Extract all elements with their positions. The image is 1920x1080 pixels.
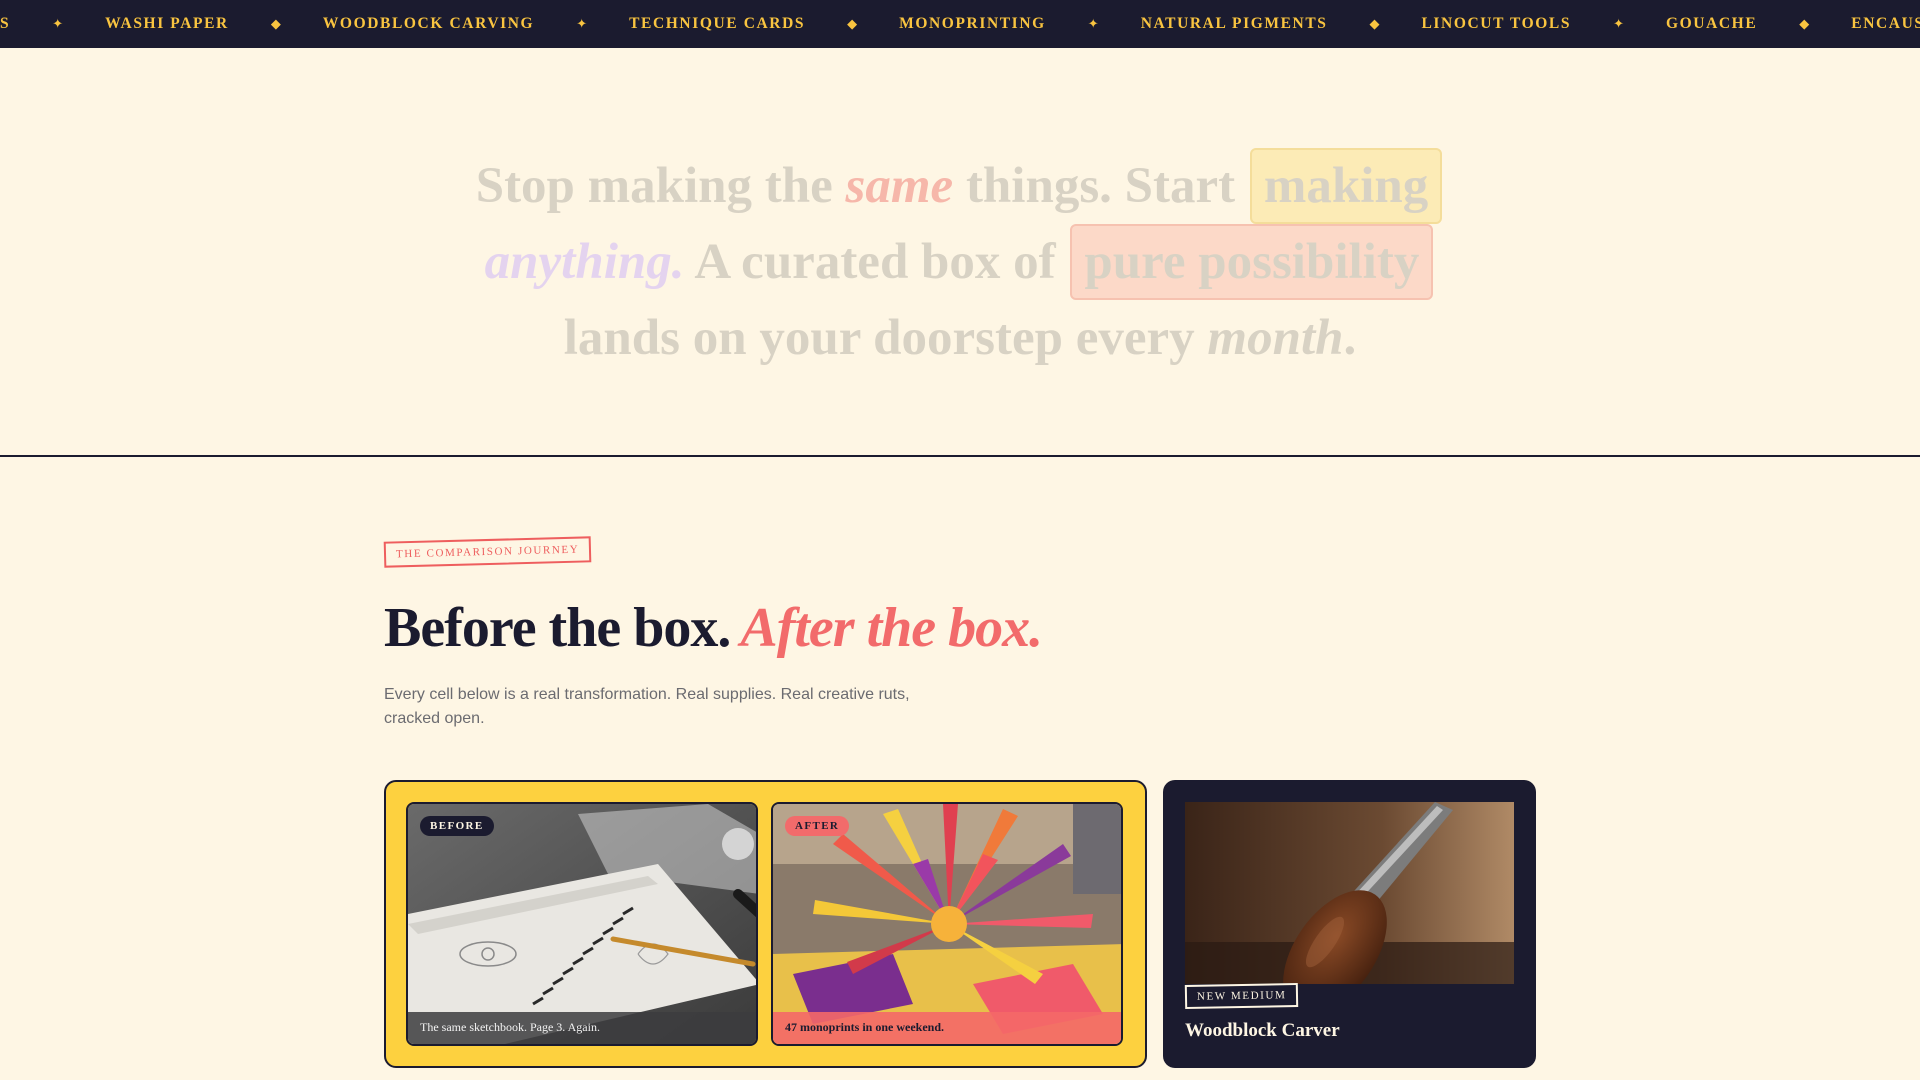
before-caption: The same sketchbook. Page 3. Again.	[408, 1012, 756, 1044]
section-subtitle: Every cell below is a real transformatio…	[384, 686, 910, 727]
diamond-icon: ◆	[270, 16, 281, 32]
hero-highlight-pure-possibility: pure possibility	[1070, 224, 1434, 300]
ticker-item: WASHI PAPER	[105, 15, 229, 32]
new-medium-badge: NEW MEDIUM	[1184, 983, 1299, 1009]
ticker-item: NATURAL PIGMENTS	[1140, 15, 1328, 32]
before-panel[interactable]: BEFORE The same sketchbook. Page 3. Agai…	[406, 802, 758, 1046]
ticker-item: LINOCUT TOOLS	[1421, 15, 1572, 32]
sketchbook-image	[408, 804, 756, 1044]
announcement-ticker: S ✦ WASHI PAPER ◆ WOODBLOCK CARVING ✦ TECHNIQU…	[0, 0, 1920, 48]
hero-emphasis-month: month	[1207, 310, 1344, 366]
diamond-icon: ◆	[1369, 16, 1380, 32]
hero-section: Stop making the same things. Start makin…	[0, 48, 1920, 457]
section-title-main: Before the box.	[384, 597, 731, 659]
ticker-item: MONOPRINTING	[899, 15, 1046, 32]
before-badge: BEFORE	[420, 816, 494, 836]
sparkle-icon: ✦	[576, 16, 588, 32]
monoprints-image	[773, 804, 1121, 1044]
sparkle-icon: ✦	[1613, 16, 1624, 32]
after-badge: AFTER	[785, 816, 850, 836]
medium-card[interactable]: NEW MEDIUM Woodblock Carver	[1163, 780, 1536, 1068]
hero-text-part: Stop making the	[475, 158, 846, 214]
section-tag: THE COMPARISON JOURNEY	[383, 536, 592, 568]
hero-text-part: lands on your doorstep every	[563, 310, 1208, 366]
section-title-accent: After the box.	[740, 597, 1043, 659]
ticker-item: GOUACHE	[1665, 15, 1758, 32]
ticker-track: S ✦ WASHI PAPER ◆ WOODBLOCK CARVING ✦ TECHNIQU…	[0, 0, 1920, 48]
after-panel[interactable]: AFTER 47 monoprints in one weekend.	[771, 802, 1123, 1046]
carving-tool-image	[1185, 802, 1514, 984]
hero-emphasis-anything: anything.	[484, 234, 685, 290]
sparkle-icon: ✦	[1087, 16, 1099, 32]
diamond-icon: ◆	[1799, 16, 1810, 32]
ticker-item: S	[0, 15, 11, 32]
hero-emphasis-same: same	[845, 158, 954, 214]
sparkle-icon: ✦	[52, 16, 64, 32]
after-caption: 47 monoprints in one weekend.	[773, 1012, 1121, 1044]
hero-text-part: things. Start	[953, 158, 1248, 214]
ticker-item: TECHNIQUE CARDS	[629, 15, 806, 32]
hero-statement: Stop making the same things. Start makin…	[440, 148, 1480, 376]
hero-text-part: A curated box of	[684, 234, 1069, 290]
hero-text-part: .	[1343, 310, 1357, 366]
ticker-item: WOODBLOCK CARVING	[322, 15, 535, 32]
section-title: Before the box. After the box.	[384, 596, 1043, 660]
hero-highlight-making: making	[1249, 148, 1443, 224]
diamond-icon: ◆	[847, 16, 858, 32]
comparison-card[interactable]: BEFORE The same sketchbook. Page 3. Agai…	[384, 780, 1147, 1068]
ticker-item: ENCAUSTIC WAX	[1851, 15, 1920, 32]
medium-title: Woodblock Carver	[1185, 1020, 1340, 1041]
